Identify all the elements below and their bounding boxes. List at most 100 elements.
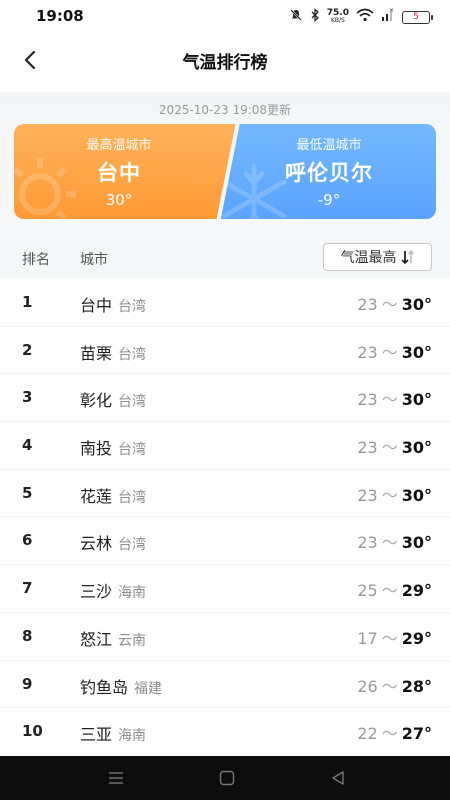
province-label: 台湾	[118, 442, 147, 459]
temp-range: 23 ～ 30°	[357, 482, 432, 506]
sort-label: 气温最高	[340, 250, 397, 266]
table-header: 排名 城市 气温最高	[0, 238, 450, 278]
temp-high: 28°	[401, 676, 432, 696]
temp-range: 22 ～ 27°	[357, 720, 432, 744]
status-bar: 19:08 75.0 KB/S × 5	[0, 0, 450, 34]
temp-high: 27°	[401, 724, 432, 744]
city-name: 苗栗 台湾	[80, 340, 146, 364]
temp-low: 23	[357, 390, 378, 410]
province-label: 福建	[134, 680, 163, 697]
province-label: 台湾	[118, 537, 147, 554]
temp-low: 22	[357, 724, 378, 744]
table-row[interactable]: 3 彰化 台湾 23 ～ 30°	[0, 374, 450, 423]
city-label: 怒江	[80, 629, 113, 649]
highest-temp-text: 最高温城市 台中 30°	[19, 124, 219, 209]
lowest-temp-label: 最低温城市	[296, 138, 362, 153]
temp-separator: ～	[381, 295, 398, 314]
wifi-icon	[356, 8, 374, 27]
temp-separator: ～	[381, 342, 398, 362]
column-header-rank: 排名	[22, 252, 50, 268]
temp-separator: ～	[381, 628, 398, 648]
ranking-list: 1 台中 台湾 23 ～ 30° 2 苗栗 台湾 23 ～ 30° 3 彰化 台湾 23 ～ 30° 4 南投 台湾 23…	[0, 279, 450, 756]
province-label: 台湾	[118, 346, 147, 363]
temp-range: 25 ～ 29°	[357, 577, 432, 601]
rank-number: 9	[22, 674, 33, 693]
home-square-icon[interactable]	[219, 770, 235, 786]
lowest-temp-text: 最低温城市 呼伦贝尔 -9°	[229, 124, 429, 209]
extremes-banner: 最高温城市 台中 30° 最低温城市 呼伦贝尔 -9°	[14, 124, 436, 219]
temp-low: 25	[357, 581, 378, 601]
city-name: 怒江 云南	[80, 626, 146, 650]
rank-number: 6	[22, 531, 33, 550]
nav-bar: 气温排行榜	[0, 34, 450, 86]
temp-high: 29°	[401, 581, 432, 601]
back-triangle-icon[interactable]	[330, 770, 346, 786]
city-name: 钓鱼岛 福建	[80, 674, 162, 698]
temp-low: 23	[357, 295, 378, 314]
table-row[interactable]: 2 苗栗 台湾 23 ～ 30°	[0, 327, 450, 375]
table-row[interactable]: 5 花莲 台湾 23 ～ 30°	[0, 470, 450, 518]
temp-low: 26	[357, 676, 378, 696]
table-row[interactable]: 8 怒江 云南 17 ～ 29°	[0, 613, 450, 661]
status-icons: 75.0 KB/S × 5	[289, 7, 433, 27]
city-label: 钓鱼岛	[80, 677, 129, 697]
city-label: 三亚	[80, 725, 113, 745]
update-time: 2025-10-23 19:08更新	[158, 103, 292, 117]
highest-temp-city: 台中	[97, 161, 141, 185]
city-name: 云林 台湾	[80, 530, 146, 554]
rank-number: 10	[22, 722, 43, 741]
table-row[interactable]: 1 台中 台湾 23 ～ 30°	[0, 279, 450, 327]
temp-separator: ～	[381, 676, 398, 696]
city-label: 云林	[80, 534, 113, 554]
province-label: 台湾	[118, 299, 147, 315]
temp-low: 23	[357, 342, 378, 362]
table-row[interactable]: 7 三沙 海南 25 ～ 29°	[0, 565, 450, 613]
net-speed: 75.0 KB/S	[326, 8, 349, 25]
rank-number: 1	[22, 293, 33, 311]
signal-icon: ×	[381, 7, 395, 27]
page-title: 气温排行榜	[182, 53, 268, 73]
temp-separator: ～	[381, 533, 398, 553]
svg-text:×: ×	[389, 8, 394, 14]
rank-number: 2	[22, 340, 33, 359]
temp-high: 30°	[401, 342, 432, 362]
temp-low: 23	[357, 485, 378, 505]
temp-high: 30°	[401, 438, 432, 458]
province-label: 云南	[118, 632, 147, 649]
temp-range: 23 ～ 30°	[357, 529, 432, 553]
city-name: 彰化 台湾	[80, 387, 146, 411]
temp-range: 23 ～ 30°	[357, 434, 432, 458]
temp-low: 17	[357, 628, 378, 648]
city-name: 台中 台湾	[80, 292, 146, 316]
table-row[interactable]: 9 钓鱼岛 福建 26 ～ 28°	[0, 661, 450, 709]
mute-bell-icon	[289, 8, 303, 27]
temp-range: 23 ～ 30°	[357, 339, 432, 363]
temp-high: 30°	[401, 485, 432, 505]
temp-range: 23 ～ 30°	[357, 386, 432, 410]
table-row[interactable]: 4 南投 台湾 23 ～ 30°	[0, 422, 450, 470]
temp-high: 30°	[401, 533, 432, 553]
system-nav-bar	[0, 756, 450, 800]
temp-separator: ～	[381, 724, 398, 744]
rank-number: 3	[22, 388, 33, 407]
table-row[interactable]: 6 云林 台湾 23 ～ 30°	[0, 517, 450, 566]
sort-arrows-icon	[400, 249, 414, 265]
column-header-city: 城市	[80, 252, 108, 268]
city-name: 南投 台湾	[80, 435, 146, 459]
lowest-temp-city: 呼伦贝尔	[285, 161, 373, 185]
temp-high: 30°	[401, 390, 432, 410]
city-name: 花莲 台湾	[80, 483, 146, 507]
province-label: 台湾	[118, 489, 147, 506]
temp-high: 30°	[401, 295, 432, 314]
lowest-temp-value: -9°	[317, 191, 341, 209]
temp-separator: ～	[381, 581, 398, 601]
city-label: 三沙	[80, 582, 113, 602]
province-label: 海南	[118, 728, 147, 745]
rank-number: 8	[22, 626, 33, 645]
sort-button[interactable]: 气温最高	[323, 243, 432, 271]
battery-icon: 5	[402, 10, 433, 24]
table-row[interactable]: 10 三亚 海南 22 ～ 27°	[0, 708, 450, 756]
menu-lines-icon[interactable]	[108, 770, 124, 786]
rank-number: 7	[22, 579, 33, 598]
city-label: 苗栗	[80, 343, 113, 363]
